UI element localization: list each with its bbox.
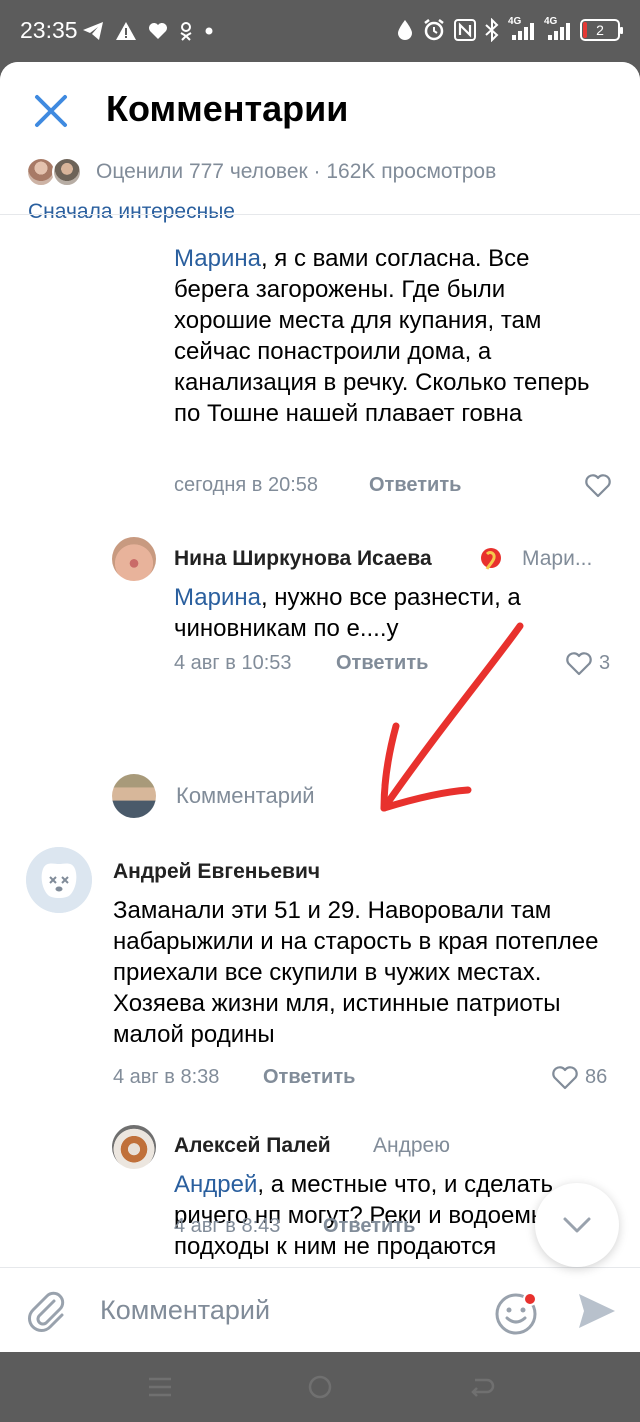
page-title: Комментарии xyxy=(106,88,349,129)
avatar[interactable] xyxy=(26,847,92,913)
signal-icon-2: 4G xyxy=(544,16,572,42)
notification-icons xyxy=(82,18,214,44)
home-icon[interactable] xyxy=(307,1374,333,1400)
mention-link[interactable]: Марина xyxy=(174,584,261,611)
chevron-down-icon xyxy=(563,1217,591,1233)
bluetooth-icon xyxy=(485,18,499,42)
comment-item: Андрей Евгеньевич Заманали эти 51 и 29. … xyxy=(0,835,640,1095)
like-count: 86 xyxy=(585,1066,608,1088)
heart-icon xyxy=(585,474,611,498)
close-icon[interactable] xyxy=(30,90,72,132)
heart-icon xyxy=(566,652,592,676)
like-count: 3 xyxy=(599,652,611,674)
water-drop-icon xyxy=(398,20,412,40)
default-avatar-icon xyxy=(26,847,92,913)
status-time: 23:35 xyxy=(20,17,78,43)
likers-avatars[interactable] xyxy=(26,157,84,187)
menu-icon[interactable] xyxy=(146,1374,174,1400)
battery-icon: 2 xyxy=(580,19,623,41)
comment-author[interactable]: Андрей Евгеньевич xyxy=(113,860,320,884)
comment-input[interactable] xyxy=(100,1286,480,1334)
sticker-icon[interactable] xyxy=(494,1290,540,1336)
divider xyxy=(0,214,640,215)
navigation-bar xyxy=(0,1352,640,1422)
sort-selector[interactable]: Сначала интересные xyxy=(28,200,235,224)
reply-button[interactable]: Ответить xyxy=(263,1066,355,1089)
alarm-icon xyxy=(424,19,444,41)
badge-icon xyxy=(481,548,501,570)
avatar[interactable] xyxy=(112,1125,156,1169)
avatar[interactable] xyxy=(112,537,156,581)
comment-input-bar xyxy=(0,1267,640,1352)
comment-author[interactable]: Нина Ширкунова Исаева xyxy=(174,547,432,571)
warning-icon xyxy=(116,22,136,40)
heart-icon xyxy=(552,1066,578,1090)
comments-feed[interactable]: Марина, я с вами согласна. Все берега за… xyxy=(0,215,640,1265)
avatar xyxy=(112,774,156,818)
comment-time: 4 авг в 10:53 xyxy=(174,652,292,674)
ok-icon xyxy=(180,22,192,41)
back-icon[interactable] xyxy=(467,1374,495,1400)
mention-link[interactable]: Марина xyxy=(174,245,261,272)
like-button[interactable]: 3 xyxy=(565,651,610,676)
like-button[interactable] xyxy=(584,473,612,498)
like-button[interactable]: 86 xyxy=(551,1065,607,1090)
avatar xyxy=(52,157,82,187)
mention-link[interactable]: Андрей xyxy=(174,1171,257,1198)
comment-time: 4 авг в 8:43 xyxy=(174,1215,281,1237)
comment-time: сегодня в 20:58 xyxy=(174,474,318,496)
reply-button[interactable]: Ответить xyxy=(323,1215,415,1238)
reply-to-label[interactable]: Мари... xyxy=(522,547,592,571)
comment-text: Марина, я с вами согласна. Все берега за… xyxy=(174,245,590,427)
status-bar: 23:35 4G 4G 2 xyxy=(0,0,640,62)
heart-icon xyxy=(149,23,167,39)
paperclip-icon[interactable] xyxy=(26,1290,70,1334)
comment-reply: Марина, я с вами согласна. Все берега за… xyxy=(0,215,640,515)
comment-time: 4 авг в 8:38 xyxy=(113,1066,220,1088)
signal-icon: 4G xyxy=(508,16,536,42)
comment-text: Заманали эти 51 и 29. Наворовали там наб… xyxy=(113,897,599,1048)
comment-text: Марина, нужно все разнести, а чиновникам… xyxy=(174,584,521,642)
send-icon[interactable] xyxy=(576,1290,618,1332)
reply-to-label[interactable]: Андрею xyxy=(373,1134,450,1158)
battery-level: 2 xyxy=(596,22,604,38)
reply-button[interactable]: Ответить xyxy=(369,474,461,497)
nfc-icon xyxy=(454,19,476,41)
thread-reply-prompt[interactable]: Комментарий xyxy=(176,783,315,809)
dot-icon xyxy=(205,27,213,35)
scroll-down-button[interactable] xyxy=(535,1183,619,1267)
sheet-header: Комментарии Оценили 777 человек · 162K п… xyxy=(0,62,640,223)
reply-button[interactable]: Ответить xyxy=(336,652,428,675)
post-stats[interactable]: Оценили 777 человек · 162K просмотров xyxy=(96,160,496,184)
comment-reply: Нина Ширкунова Исаева Мари... Марина, ну… xyxy=(0,525,640,695)
telegram-icon xyxy=(83,22,103,40)
comments-sheet: Комментарии Оценили 777 человек · 162K п… xyxy=(0,62,640,1352)
comment-author[interactable]: Алексей Палей xyxy=(174,1134,331,1158)
system-icons: 4G 4G 2 xyxy=(396,16,623,44)
